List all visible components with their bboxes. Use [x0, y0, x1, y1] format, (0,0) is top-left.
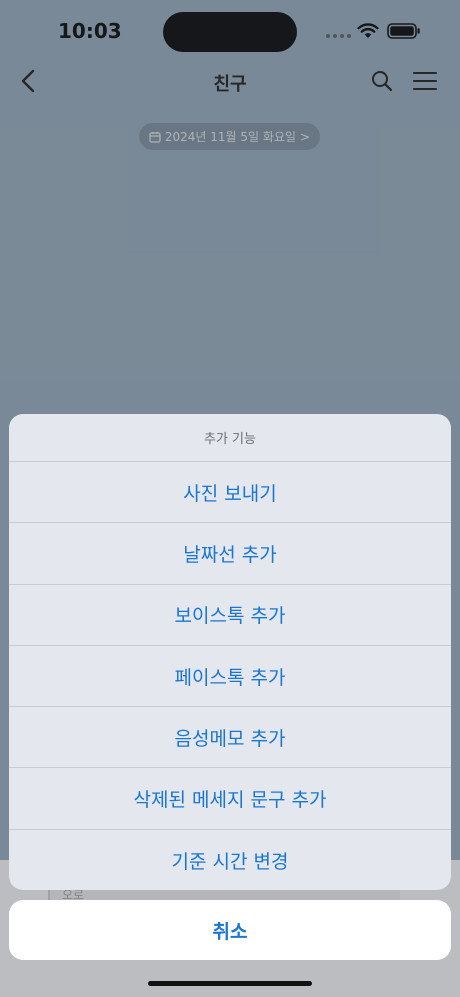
action-sheet: 추가 기능 사진 보내기 날짜선 추가 보이스톡 추가 페이스톡 추가 음성메모…	[9, 414, 451, 890]
home-indicator[interactable]	[148, 981, 312, 986]
cancel-button[interactable]: 취소	[9, 900, 451, 960]
add-deleted-message-button[interactable]: 삭제된 메세지 문구 추가	[9, 768, 451, 830]
add-face-talk-button[interactable]: 페이스톡 추가	[9, 646, 451, 708]
add-date-line-button[interactable]: 날짜선 추가	[9, 523, 451, 585]
send-photo-button[interactable]: 사진 보내기	[9, 462, 451, 524]
change-base-time-button[interactable]: 기준 시간 변경	[9, 830, 451, 890]
action-sheet-title: 추가 기능	[9, 414, 451, 462]
add-voice-memo-button[interactable]: 음성메모 추가	[9, 707, 451, 769]
add-voice-talk-button[interactable]: 보이스톡 추가	[9, 585, 451, 646]
